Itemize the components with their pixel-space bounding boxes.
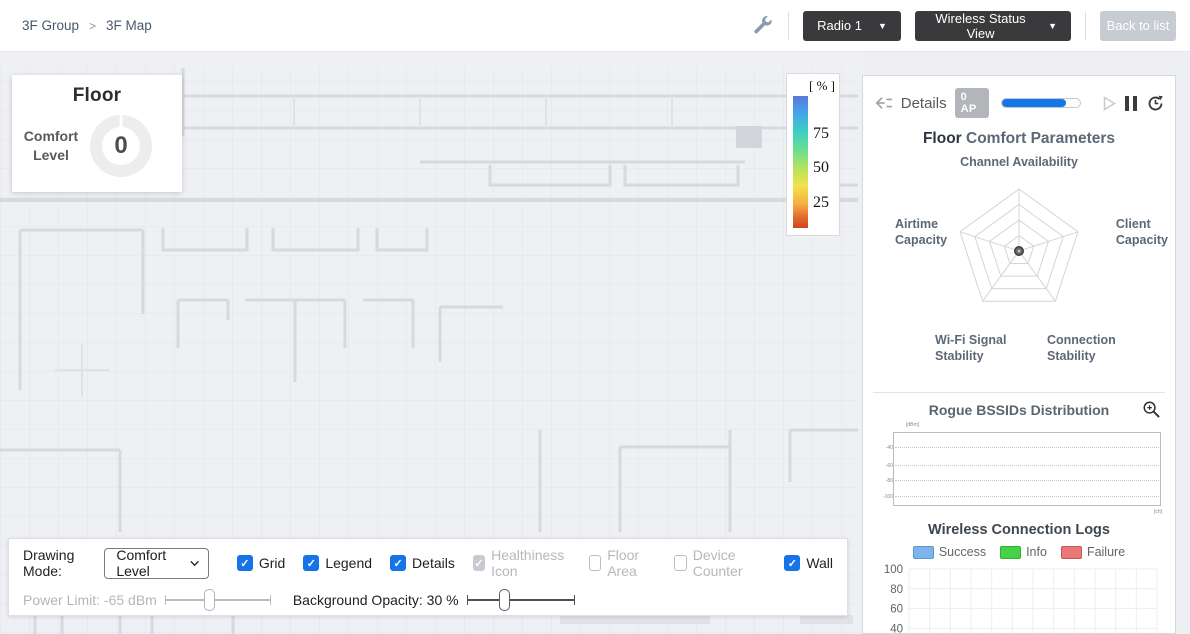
comfort-parameters-title: Floor Comfort Parameters <box>922 130 1116 147</box>
power-limit-slider-thumb <box>204 589 216 611</box>
checked-checkbox-icon <box>303 555 320 571</box>
rogue-y-tick: -100 <box>882 494 893 500</box>
rogue-bssids-chart[interactable]: [dBm] -40 -60 -80 -100 [ch] <box>883 422 1162 515</box>
rogue-y-tick: -80 <box>885 478 893 484</box>
checkbox-healthiness-icon: Healthiness Icon <box>472 547 571 579</box>
refresh-interval-icon[interactable] <box>1146 94 1165 113</box>
radar-label-channel-availability: Channel Availability <box>960 155 1078 169</box>
divider <box>1085 11 1086 40</box>
checkbox-legend[interactable]: Legend <box>303 555 372 571</box>
top-bar: 3F Group > 3F Map Radio 1 ▼ Wireless Sta… <box>0 0 1190 52</box>
progress-fill <box>1001 99 1066 107</box>
rogue-bssids-title: Rogue BSSIDs Distribution <box>928 402 1110 418</box>
comfort-level-label: Comfort Level <box>23 128 79 163</box>
pause-icon[interactable] <box>1125 95 1137 111</box>
rogue-y-tick: -40 <box>885 445 893 451</box>
ap-count-badge: 0 AP <box>954 88 989 118</box>
legend-tick: 50 <box>813 159 829 176</box>
details-panel-header: Details 0 AP <box>863 76 1175 122</box>
logs-y-tick: 100 <box>884 564 903 576</box>
background-opacity-slider-thumb[interactable] <box>498 589 510 611</box>
collapse-arrow-icon[interactable] <box>875 95 893 111</box>
breadcrumb-map[interactable]: 3F Map <box>106 18 152 33</box>
logs-y-tick: 60 <box>890 604 903 616</box>
connection-logs-title: Wireless Connection Logs <box>928 522 1110 538</box>
breadcrumb-separator: > <box>89 18 97 33</box>
comfort-level-donut: 0 <box>90 115 152 177</box>
rogue-y-axis-unit: [dBm] <box>906 422 920 428</box>
details-panel: Details 0 AP Floor Comfort Parameters Ch… <box>862 75 1176 634</box>
map-shaded-cell <box>736 126 762 148</box>
floor-card-title: Floor <box>72 85 122 106</box>
drawing-mode-select[interactable]: Comfort Level <box>104 547 209 579</box>
logs-y-tick: 80 <box>890 584 903 596</box>
power-limit-label: Power Limit: -65 dBm <box>23 592 157 608</box>
refresh-progress-bar[interactable] <box>1000 98 1081 108</box>
comfort-radar-chart: Channel Availability Client Capacity Airt… <box>867 154 1171 382</box>
breadcrumb: 3F Group > 3F Map <box>22 18 152 33</box>
radar-grid <box>959 188 1079 302</box>
caret-down-icon: ▼ <box>1048 20 1057 31</box>
floor-comfort-card: Floor Comfort Level 0 <box>12 75 182 192</box>
caret-down-icon: ▼ <box>877 20 887 31</box>
connection-logs-chart[interactable]: 100 80 60 40 20 0 05 10 15 20 25 30 35 4… <box>871 563 1167 634</box>
view-select-button[interactable]: Wireless Status View ▼ <box>915 10 1071 41</box>
radar-label-connection-stability: Connection Stability <box>1047 333 1116 364</box>
rogue-y-tick: -60 <box>885 463 893 469</box>
checked-checkbox-icon <box>236 555 253 571</box>
breadcrumb-group[interactable]: 3F Group <box>22 18 79 33</box>
comfort-level-value: 0 <box>114 132 128 159</box>
section-divider <box>873 392 1165 393</box>
color-gradient-bar <box>793 96 808 228</box>
success-swatch <box>912 545 934 559</box>
details-label: Details <box>900 94 947 112</box>
legend-item-failure[interactable]: Failure <box>1060 545 1125 559</box>
failure-swatch <box>1060 545 1082 559</box>
drawing-mode-label: Drawing Mode: <box>23 547 75 579</box>
rogue-x-axis-unit: [ch] <box>1153 509 1162 515</box>
logs-y-tick: 40 <box>890 623 903 634</box>
checkbox-grid[interactable]: Grid <box>236 555 285 571</box>
chevron-down-icon <box>189 560 199 566</box>
back-to-list-button[interactable]: Back to list <box>1100 10 1176 41</box>
checked-checkbox-icon <box>784 555 801 571</box>
checkbox-wall[interactable]: Wall <box>784 555 833 571</box>
power-limit-slider <box>164 588 271 612</box>
legend-unit-label: [ % ] <box>809 78 835 93</box>
disabled-unchecked-checkbox-icon <box>588 555 602 571</box>
checked-checkbox-icon <box>390 555 407 571</box>
disabled-unchecked-checkbox-icon <box>674 555 687 571</box>
disabled-checked-checkbox-icon <box>472 555 486 571</box>
info-swatch <box>1000 545 1022 559</box>
map-options-toolbar: Drawing Mode: Comfort Level Grid Legend … <box>8 538 848 616</box>
checkbox-device-counter: Device Counter <box>674 547 766 579</box>
color-scale-legend: [ % ] 75 50 25 <box>786 73 840 236</box>
legend-tick: 75 <box>813 125 829 142</box>
magnifier-zoom-icon[interactable] <box>1142 400 1161 419</box>
divider <box>788 11 789 40</box>
wrench-icon[interactable] <box>752 15 774 37</box>
legend-tick: 25 <box>813 194 829 211</box>
background-opacity-slider[interactable] <box>466 588 575 612</box>
radio-select-button[interactable]: Radio 1 ▼ <box>803 10 901 41</box>
legend-item-info[interactable]: Info <box>1000 545 1047 559</box>
radar-label-wifi-signal-stability: Wi-Fi Signal Stability <box>935 333 1007 364</box>
logs-legend: Success Info Failure <box>863 545 1175 559</box>
play-icon[interactable] <box>1103 95 1116 111</box>
checkbox-details[interactable]: Details <box>390 555 455 571</box>
legend-item-success[interactable]: Success <box>912 545 986 559</box>
checkbox-floor-area: Floor Area <box>588 547 656 579</box>
background-opacity-label: Background Opacity: 30 % <box>292 592 459 608</box>
